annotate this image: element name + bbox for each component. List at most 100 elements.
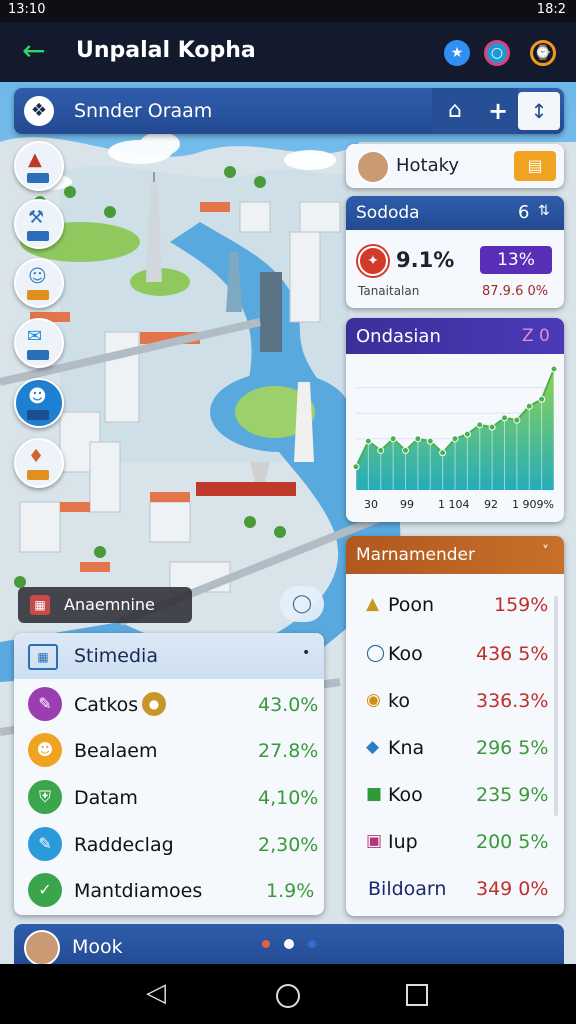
status-bar: 13:10 18:2 — [0, 0, 576, 22]
data-point — [439, 449, 447, 457]
x-tick-label: 1 104 — [438, 498, 470, 511]
side-tag — [27, 410, 49, 420]
data-point — [525, 402, 533, 410]
market-value: 159% — [494, 594, 549, 616]
hotel-card[interactable]: Hotaky ▤ — [346, 144, 564, 188]
locate-button[interactable]: ◯ — [280, 586, 324, 622]
list-item-value: 43.0% — [258, 694, 319, 716]
page-dot-active[interactable] — [284, 939, 294, 949]
data-point — [451, 435, 459, 443]
list-item-name: Datam — [74, 787, 138, 809]
market-row[interactable]: ◉ ko 336.3% — [346, 679, 564, 723]
pink-box-icon: ▣ — [366, 831, 383, 851]
orange-user-icon: ☻ — [28, 733, 62, 767]
coin-icon: ● — [142, 692, 166, 716]
leaf-icon: ✓ — [28, 873, 62, 907]
stimedia-card: ▦ Stimedia • ✎ Catkos ● 43.0% ☻ Bealaem … — [14, 633, 324, 915]
compass-icon: ❖ — [24, 96, 54, 126]
side-button-bell[interactable]: ♦ — [14, 438, 64, 488]
data-point — [463, 430, 471, 438]
list-item[interactable]: ⛨ Datam 4,10% — [14, 776, 324, 820]
chevron-down-icon[interactable]: ˅ — [542, 544, 549, 560]
side-button-profile[interactable]: ☻ — [14, 378, 64, 428]
search-icon[interactable]: ○ — [484, 40, 510, 66]
list-item[interactable]: ✎ Raddeclag 2,30% — [14, 823, 324, 867]
market-name: Kna — [388, 737, 425, 759]
hotel-name: Hotaky — [396, 155, 460, 176]
area-chart — [352, 365, 558, 490]
market-value: 436 5% — [476, 643, 549, 665]
book-icon[interactable]: ▤ — [514, 151, 556, 181]
data-point — [364, 437, 372, 445]
back-icon[interactable]: ◁ — [146, 978, 166, 1008]
page-dot[interactable] — [308, 940, 316, 948]
power-icon[interactable]: ⌚ — [530, 40, 556, 66]
chart-title-right: Z 0 — [522, 326, 550, 346]
market-value: 336.3% — [476, 690, 549, 712]
stats-badge[interactable]: 13% — [480, 246, 552, 274]
market-row[interactable]: ◆ Kna 296 5% — [346, 726, 564, 770]
hammer-icon: ⚒ — [28, 207, 45, 228]
person-icon: ☺ — [28, 266, 47, 287]
app-bar: ← Unpalal Kopha ★ ○ ⌚ — [0, 22, 576, 82]
market-name: Iup — [388, 831, 418, 853]
market-card: Marnamender ˅ ▲ Poon 159% ◯ Koo 436 5% ◉… — [346, 536, 564, 916]
data-point — [513, 416, 521, 424]
status-time: 13:10 — [8, 2, 46, 17]
bell-icon: ♦ — [28, 446, 45, 467]
market-row[interactable]: Bildoarn 349 0% — [346, 867, 564, 911]
info-icon[interactable]: ↕ — [518, 92, 560, 130]
back-arrow-icon[interactable]: ← — [22, 34, 45, 67]
target-icon: ✦ — [358, 246, 388, 276]
list-item-name: Bealaem — [74, 740, 158, 762]
ring-icon: ◯ — [366, 643, 386, 663]
list-item[interactable]: ✓ Mantdiamoes 1.9% — [14, 869, 324, 913]
side-button-character[interactable]: ☺ — [14, 258, 64, 308]
stimedia-header: ▦ Stimedia • — [14, 633, 324, 679]
crystal-icon: ◆ — [366, 737, 380, 757]
chart-header: Ondasian Z 0 — [346, 318, 564, 354]
map-label[interactable]: ▦ Anaemnine — [18, 587, 192, 623]
market-value: 200 5% — [476, 831, 549, 853]
market-name: Koo — [388, 643, 423, 665]
grid-icon: ▦ — [28, 644, 58, 670]
page-dot[interactable] — [262, 940, 270, 948]
market-value: 349 0% — [476, 878, 549, 900]
x-tick-label: 92 — [484, 498, 498, 511]
search-bar[interactable]: ❖ Snnder Oraam ⌂ + ↕ — [14, 88, 564, 134]
list-item-value: 27.8% — [258, 740, 319, 762]
scrollbar[interactable] — [554, 596, 558, 816]
app-title: Unpalal Kopha — [76, 38, 256, 63]
data-point — [550, 365, 558, 373]
data-point — [538, 395, 546, 403]
list-item[interactable]: ✎ Catkos ● 43.0% — [14, 683, 324, 727]
sort-icon[interactable]: ⇅ — [538, 203, 550, 219]
search-text[interactable]: Snnder Oraam — [74, 100, 212, 122]
shield-icon: ⛨ — [28, 780, 62, 814]
bottom-panel[interactable]: Mook — [14, 924, 564, 968]
stats-title-right: 6 — [518, 202, 530, 223]
stats-value: 9.1% — [396, 248, 455, 272]
side-button-tools[interactable]: ⚒ — [14, 199, 64, 249]
map-label-text: Anaemnine — [64, 595, 155, 614]
home-circle-icon[interactable] — [276, 984, 300, 1008]
market-row[interactable]: ▲ Poon 159% — [346, 583, 564, 627]
orange-coin-icon: ◉ — [366, 690, 381, 710]
market-row[interactable]: ▣ Iup 200 5% — [346, 820, 564, 864]
plus-icon[interactable]: + — [478, 88, 518, 134]
bottom-name: Mook — [72, 936, 123, 958]
side-button-chat[interactable]: ✉ — [14, 318, 64, 368]
side-button-building[interactable]: ▲ — [14, 141, 64, 191]
notification-icon[interactable]: ★ — [444, 40, 470, 66]
stimedia-title: Stimedia — [74, 645, 158, 667]
market-row[interactable]: ◯ Koo 436 5% — [346, 632, 564, 676]
list-item[interactable]: ☻ Bealaem 27.8% — [14, 729, 324, 773]
dot-menu-icon[interactable]: • — [302, 645, 310, 661]
temple-icon: ▲ — [28, 149, 42, 170]
stats-caption-right: 87.9.6 0% — [482, 284, 549, 299]
recents-icon[interactable] — [406, 984, 428, 1006]
list-item-value: 2,30% — [258, 834, 319, 856]
market-row[interactable]: ■ Koo 235 9% — [346, 773, 564, 817]
home-icon[interactable]: ⌂ — [432, 88, 478, 134]
status-right: 18:2 — [536, 2, 566, 17]
